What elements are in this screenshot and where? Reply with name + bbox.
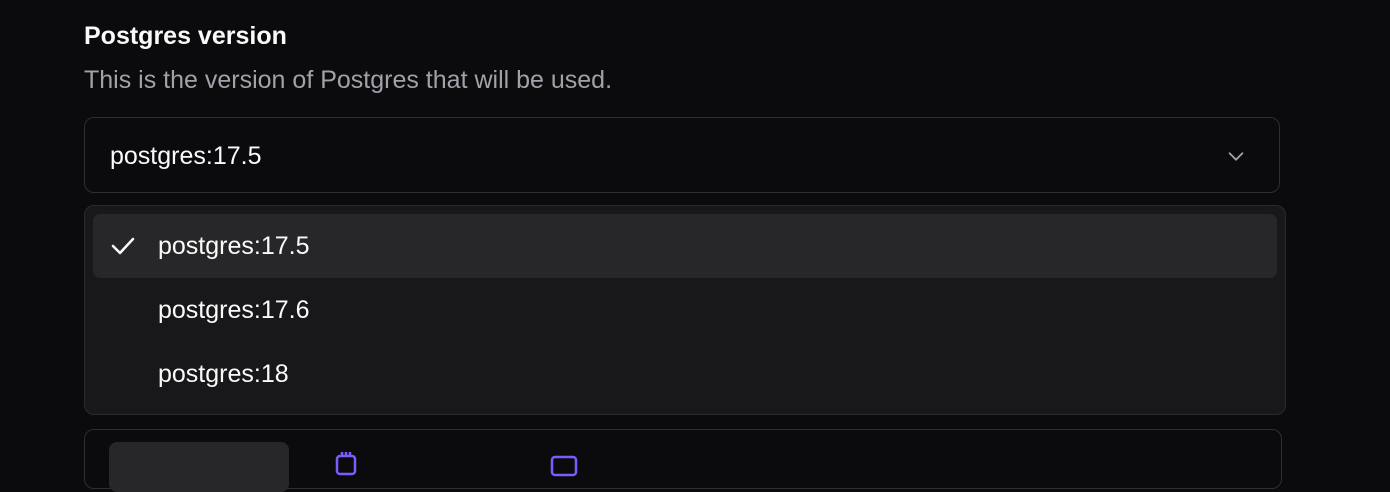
cpu-icon [335, 452, 357, 476]
option-postgres-17-5[interactable]: postgres:17.5 [93, 214, 1277, 278]
option-label: postgres:17.6 [158, 296, 310, 324]
instance-size-button[interactable] [109, 442, 289, 492]
version-dropdown-menu: postgres:17.5 postgres:17.6 postgres:18 [84, 205, 1286, 415]
option-postgres-17-6[interactable]: postgres:17.6 [93, 278, 1277, 342]
field-description: This is the version of Postgres that wil… [84, 66, 613, 94]
instance-size-card[interactable] [84, 429, 1282, 492]
memory-icon [550, 455, 578, 477]
check-icon [111, 237, 135, 255]
option-label: postgres:18 [158, 360, 289, 388]
postgres-version-select[interactable]: postgres:17.5 [84, 117, 1280, 193]
option-postgres-18[interactable]: postgres:18 [93, 342, 1277, 406]
option-label: postgres:17.5 [158, 232, 310, 260]
chevron-down-icon [1228, 152, 1244, 161]
field-label: Postgres version [84, 22, 287, 50]
select-value: postgres:17.5 [110, 142, 262, 170]
